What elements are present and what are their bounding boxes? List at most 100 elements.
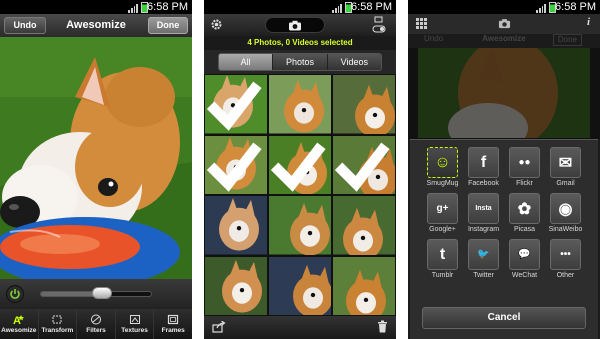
selected-check-icon [270, 142, 326, 192]
tool-label: Awesomize [1, 327, 37, 334]
service-glyph: f [480, 153, 487, 171]
intensity-bar [0, 279, 192, 309]
filters-icon [90, 314, 101, 325]
service-glyph: ◉ [558, 200, 573, 218]
photo-thumbnail[interactable] [333, 196, 395, 255]
share-service-item[interactable]: g+ Google+ [422, 193, 463, 238]
signal-icon [332, 3, 342, 13]
intensity-slider[interactable] [40, 287, 152, 299]
cancel-button[interactable]: Cancel [422, 307, 586, 329]
service-label: Twitter [473, 272, 494, 279]
share-service-item[interactable]: ☺ SmugMug [422, 147, 463, 192]
photo-thumbnail[interactable] [205, 135, 267, 194]
status-icons [128, 1, 148, 13]
service-glyph: g+ [436, 203, 449, 214]
edited-photo [0, 37, 192, 279]
photo-thumbnail[interactable] [205, 75, 267, 134]
tool-label: Filters [86, 327, 106, 334]
share-header: i [408, 14, 600, 34]
share-service-item[interactable]: ●● Flickr [504, 147, 545, 192]
share-service-item[interactable]: ••• Other [545, 239, 586, 284]
service-glyph: 💬 [518, 249, 531, 260]
status-bar: 6:58 PM [204, 0, 396, 14]
service-label: Flickr [516, 180, 533, 187]
share-service-item[interactable]: f Facebook [463, 147, 504, 192]
editor-screen: 6:58 PM Awesomize Undo Done A Awesomize … [0, 0, 192, 339]
selected-check-icon [206, 81, 262, 131]
gmail-icon: ✉ [550, 147, 581, 178]
select-mode-icon[interactable] [372, 16, 386, 34]
photo-thumbnail[interactable] [269, 256, 331, 315]
service-glyph: 🐦 [477, 249, 490, 260]
power-icon [10, 289, 20, 299]
photo-thumbnail[interactable] [269, 75, 331, 134]
tab-videos[interactable]: Videos [327, 54, 381, 70]
textures-icon [129, 315, 140, 324]
crop-icon [52, 315, 62, 324]
slider-knob[interactable] [91, 287, 112, 299]
tab-all[interactable]: All [219, 54, 274, 70]
share-service-item[interactable]: 🐦 Twitter [463, 239, 504, 284]
service-label: SinaWeibo [548, 226, 583, 233]
share-service-item[interactable]: ◉ SinaWeibo [545, 193, 586, 238]
photo-grid [204, 74, 396, 316]
power-toggle-button[interactable] [6, 285, 24, 303]
service-glyph: ✉ [558, 154, 573, 172]
photo-image [269, 256, 331, 315]
tool-textures[interactable]: Textures [116, 309, 155, 339]
trash-icon[interactable] [377, 320, 388, 333]
photo-thumbnail[interactable] [333, 256, 395, 315]
tool-filters[interactable]: Filters [77, 309, 116, 339]
status-time: 6:58 PM [147, 1, 188, 13]
done-button[interactable]: Done [148, 17, 188, 34]
share-icon[interactable] [212, 321, 226, 333]
service-glyph: Insta [475, 205, 492, 212]
service-glyph: t [439, 245, 446, 263]
photo-image [205, 256, 267, 315]
tool-label: Frames [161, 327, 185, 334]
photo-thumbnail[interactable] [333, 135, 395, 194]
selected-check-icon [206, 142, 262, 192]
gear-icon[interactable] [210, 18, 223, 31]
editor-toolbar: A Awesomize Transform Filters Textures F… [0, 309, 192, 339]
photo-thumbnail[interactable] [269, 135, 331, 194]
photo-thumbnail[interactable] [205, 256, 267, 315]
service-glyph: ••• [560, 249, 571, 260]
share-services-grid: ☺ SmugMug f Facebook ●● Flickr ✉ Gmail g+ Google+… [422, 147, 586, 284]
tool-label: Transform [41, 327, 74, 334]
share-service-item[interactable]: ✉ Gmail [545, 147, 586, 192]
photo-thumbnail[interactable] [269, 196, 331, 255]
share-service-item[interactable]: Insta Instagram [463, 193, 504, 238]
camera-icon[interactable] [498, 18, 511, 29]
share-screen: 6:58 PM i Undo Awesomize Done ☺ SmugMug f F… [408, 0, 600, 339]
signal-icon [536, 3, 546, 13]
camera-button[interactable] [265, 17, 325, 33]
twitter-icon: 🐦 [468, 239, 499, 270]
service-glyph: ☺ [434, 153, 451, 171]
selection-count: 4 Photos, 0 Videos selected [204, 36, 396, 50]
service-label: Google+ [429, 226, 456, 233]
photo-thumbnail[interactable] [333, 75, 395, 134]
service-label: Facebook [468, 180, 499, 187]
grid-icon[interactable] [416, 18, 427, 29]
share-sheet: ☺ SmugMug f Facebook ●● Flickr ✉ Gmail g+ Google+… [410, 139, 598, 339]
undo-button[interactable]: Undo [4, 17, 46, 34]
status-icons [536, 1, 556, 13]
share-service-item[interactable]: 💬 WeChat [504, 239, 545, 284]
service-label: Gmail [556, 180, 575, 187]
info-icon[interactable]: i [587, 16, 590, 28]
share-service-item[interactable]: t Tumblr [422, 239, 463, 284]
picasa-icon: ✿ [509, 193, 540, 224]
googleplus-icon: g+ [427, 193, 458, 224]
share-service-item[interactable]: ✿ Picasa [504, 193, 545, 238]
tool-awesomize[interactable]: A Awesomize [0, 309, 39, 339]
tumblr-icon: t [427, 239, 458, 270]
selected-check-icon [334, 142, 390, 192]
photo-thumbnail[interactable] [205, 196, 267, 255]
photo-image [333, 196, 395, 255]
tool-transform[interactable]: Transform [39, 309, 78, 339]
tool-frames[interactable]: Frames [154, 309, 192, 339]
tab-photos[interactable]: Photos [273, 54, 328, 70]
camera-icon [289, 20, 301, 30]
service-label: Instagram [467, 226, 500, 233]
